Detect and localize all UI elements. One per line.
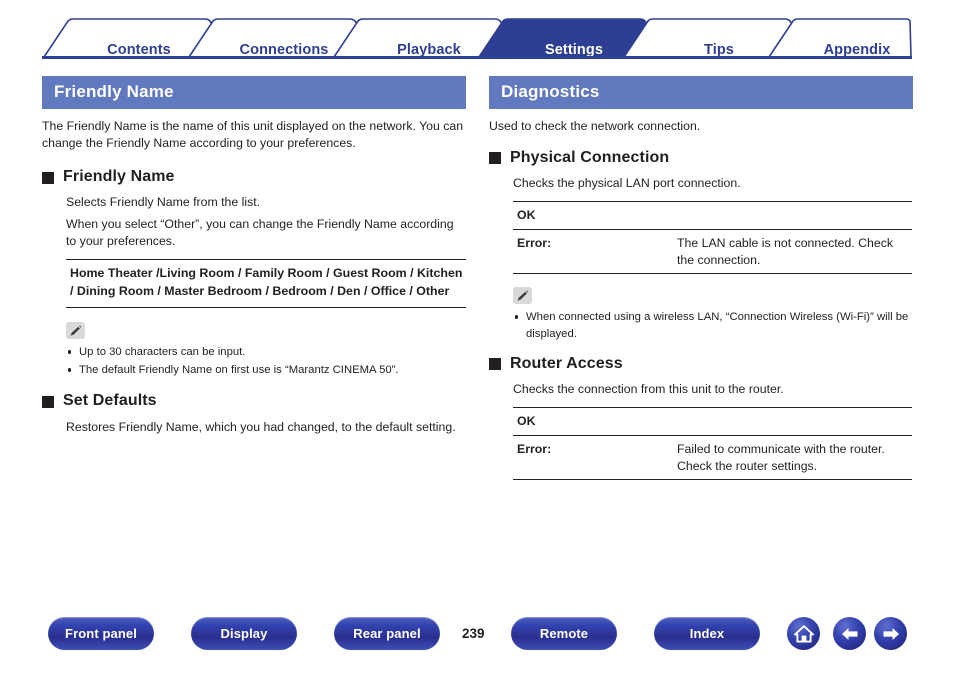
note-item: When connected using a wireless LAN, “Co…: [513, 309, 913, 341]
friendly-name-note: Up to 30 characters can be input. The de…: [66, 322, 466, 378]
table-cell-value: The LAN cable is not connected. Check th…: [677, 229, 912, 275]
friendly-name-note-list: Up to 30 characters can be input. The de…: [66, 344, 466, 378]
right-column: Diagnostics Used to check the network co…: [489, 76, 913, 481]
rear-panel-button[interactable]: Rear panel: [334, 617, 440, 650]
tab-bar[interactable]: Contents Connections Playback Settings T…: [42, 18, 912, 58]
home-button[interactable]: [787, 617, 820, 650]
heading-router-access-label: Router Access: [510, 354, 623, 372]
table-row: OK: [513, 200, 912, 230]
square-bullet-icon: [489, 358, 501, 371]
left-column: Friendly Name The Friendly Name is the n…: [42, 76, 466, 437]
router-access-text: Checks the connection from this unit to …: [513, 382, 784, 397]
table-cell-value: [677, 200, 912, 230]
router-access-body: Checks the connection from this unit to …: [513, 381, 913, 481]
home-icon: [793, 624, 814, 643]
friendly-name-option-list: Home Theater /Living Room / Family Room …: [66, 259, 466, 309]
set-defaults-body: Restores Friendly Name, which you had ch…: [66, 419, 466, 436]
index-button[interactable]: Index: [654, 617, 760, 650]
heading-set-defaults-label: Set Defaults: [63, 392, 157, 410]
physical-connection-body: Checks the physical LAN port connection.…: [513, 175, 913, 341]
note-item: Up to 30 characters can be input.: [66, 344, 466, 360]
square-bullet-icon: [489, 152, 501, 165]
friendly-name-options-text: Home Theater /Living Room / Family Room …: [70, 266, 463, 299]
note-item: The default Friendly Name on first use i…: [66, 362, 466, 378]
physical-connection-note-list: When connected using a wireless LAN, “Co…: [513, 309, 913, 341]
heading-set-defaults: Set Defaults: [42, 392, 466, 410]
physical-connection-text: Checks the physical LAN port connection.: [513, 176, 741, 191]
arrow-left-icon: [841, 627, 857, 640]
heading-physical-connection-label: Physical Connection: [510, 148, 670, 166]
square-bullet-icon: [42, 396, 54, 409]
heading-physical-connection: Physical Connection: [489, 149, 913, 167]
page-title-friendly-name: Friendly Name: [42, 76, 466, 109]
forward-button[interactable]: [874, 617, 907, 650]
arrow-right-icon: [883, 627, 899, 640]
footer-nav: Front panel Display Rear panel 239 Remot…: [0, 617, 954, 657]
table-cell-value: Failed to communicate with the router. C…: [677, 435, 912, 481]
table-row: OK: [513, 406, 912, 436]
tab-bar-underline: [42, 56, 912, 59]
table-cell-label: Error:: [513, 229, 677, 275]
heading-friendly-name-label: Friendly Name: [63, 168, 175, 186]
friendly-name-intro: The Friendly Name is the name of this un…: [42, 118, 464, 150]
heading-friendly-name: Friendly Name: [42, 168, 466, 186]
table-row: Error: Failed to communicate with the ro…: [513, 435, 912, 481]
page-number: 239: [462, 626, 485, 641]
table-cell-label: OK: [513, 406, 677, 436]
table-row: Error: The LAN cable is not connected. C…: [513, 229, 912, 275]
pencil-icon: [66, 322, 85, 340]
heading-router-access: Router Access: [489, 355, 913, 373]
friendly-name-body: Selects Friendly Name from the list. Whe…: [66, 194, 466, 378]
display-button[interactable]: Display: [191, 617, 297, 650]
pencil-icon: [513, 287, 532, 305]
physical-connection-table: OK Error: The LAN cable is not connected…: [513, 200, 912, 275]
front-panel-button[interactable]: Front panel: [48, 617, 154, 650]
remote-button[interactable]: Remote: [511, 617, 617, 650]
friendly-name-line2: When you select “Other”, you can change …: [66, 216, 454, 248]
table-cell-value: [677, 406, 912, 436]
tab-bar-shapes: [42, 18, 912, 58]
friendly-name-line1: Selects Friendly Name from the list.: [66, 195, 261, 210]
set-defaults-text: Restores Friendly Name, which you had ch…: [66, 420, 456, 435]
physical-connection-note: When connected using a wireless LAN, “Co…: [513, 287, 913, 341]
diagnostics-intro: Used to check the network connection.: [489, 118, 701, 133]
table-cell-label: Error:: [513, 435, 677, 481]
router-access-table: OK Error: Failed to communicate with the…: [513, 406, 912, 481]
table-cell-label: OK: [513, 200, 677, 230]
square-bullet-icon: [42, 172, 54, 185]
back-button[interactable]: [833, 617, 866, 650]
page-title-diagnostics: Diagnostics: [489, 76, 913, 109]
